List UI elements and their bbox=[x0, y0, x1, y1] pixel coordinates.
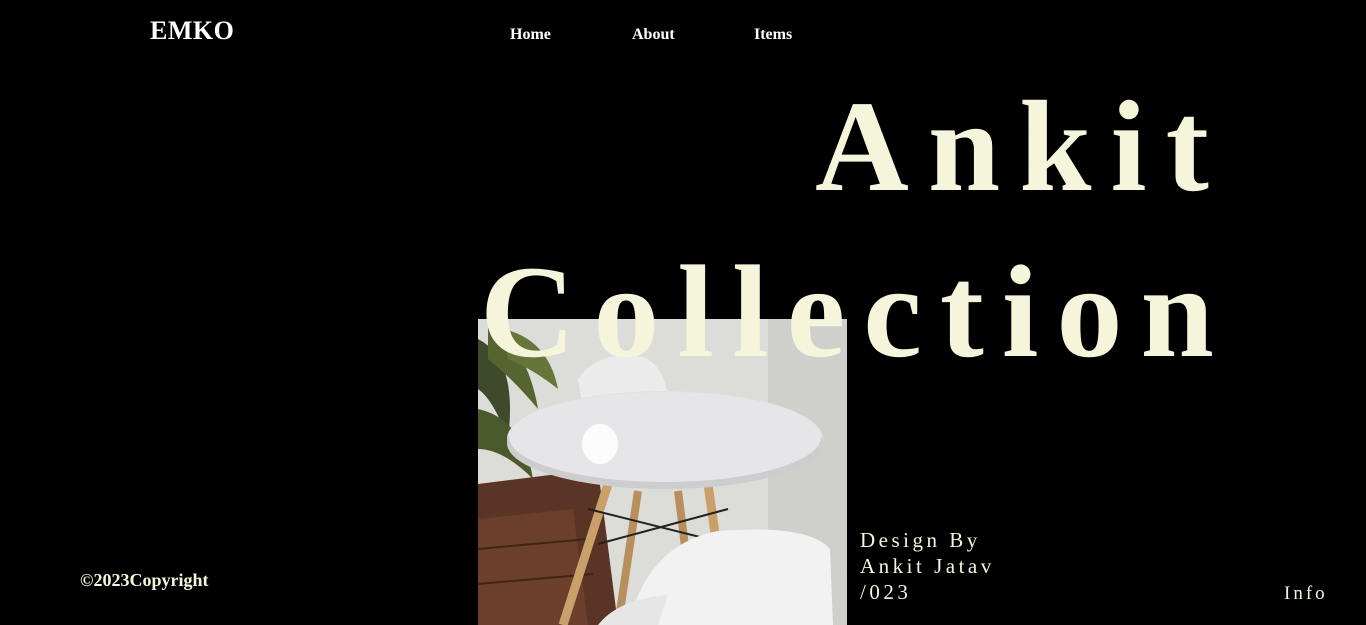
logo[interactable]: EMKO bbox=[150, 16, 234, 46]
design-credit: Design By Ankit Jatav /023 bbox=[860, 527, 995, 605]
hero-title-line1: Ankit bbox=[815, 75, 1228, 219]
nav-home-link[interactable]: Home bbox=[510, 25, 551, 45]
nav-about-link[interactable]: About bbox=[632, 25, 675, 45]
credit-line2: Ankit Jatav bbox=[860, 554, 995, 578]
hero-title-line2: Collection bbox=[480, 238, 1232, 385]
info-link[interactable]: Info bbox=[1284, 582, 1328, 606]
page: EMKO Home About Items Ankit Collection D… bbox=[0, 0, 1366, 625]
copyright-text: ©2023Copyright bbox=[80, 570, 209, 590]
credit-line1: Design By bbox=[860, 528, 981, 552]
nav-items-link[interactable]: Items bbox=[754, 25, 792, 45]
credit-line3: /023 bbox=[860, 580, 912, 604]
